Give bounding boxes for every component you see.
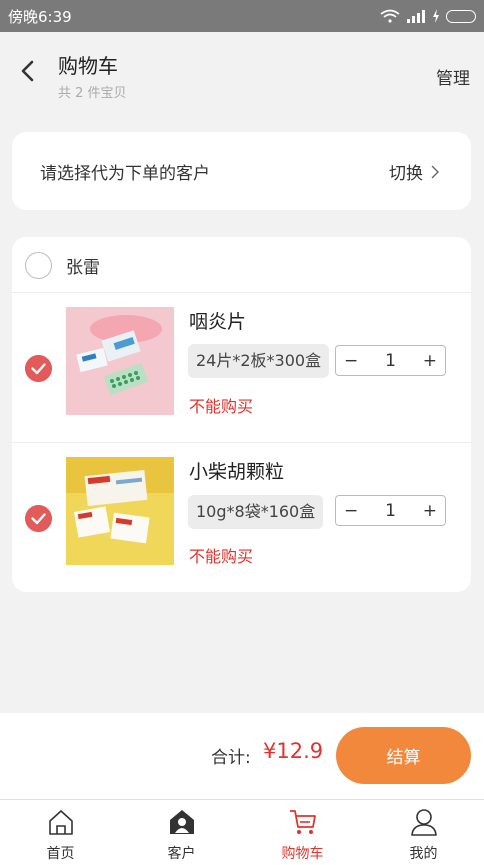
switch-label: 切换 — [389, 164, 423, 184]
tab-cart[interactable]: 购物车 — [242, 800, 363, 865]
switch-customer-button[interactable]: 切换 — [389, 159, 439, 184]
tab-home[interactable]: 首页 — [0, 800, 121, 865]
minus-icon[interactable]: − — [344, 501, 358, 521]
manage-button[interactable]: 管理 — [436, 64, 470, 89]
tab-label: 首页 — [46, 846, 75, 862]
cart-card: 张雷 咽炎片 24片*2板*300盒 不能购买 小柴胡颗粒 10g*8袋*160… — [12, 237, 471, 592]
checkout-bar: 合计: ¥12.9 结算 — [0, 713, 484, 799]
purchase-warning: 不能购买 — [189, 397, 254, 416]
home-icon — [48, 810, 73, 835]
customer-name: 张雷 — [66, 258, 100, 278]
product-name[interactable]: 咽炎片 — [189, 307, 246, 334]
quantity-stepper[interactable]: − 1 + — [335, 495, 446, 526]
tab-bar: 首页 客户 购物车 我的 — [0, 799, 484, 865]
plus-icon[interactable]: + — [423, 501, 437, 521]
tab-mine[interactable]: 我的 — [363, 800, 484, 865]
quantity-value[interactable]: 1 — [385, 351, 396, 371]
checkout-button[interactable]: 结算 — [336, 727, 471, 784]
cart-icon — [289, 810, 316, 834]
battery-icon — [446, 9, 476, 23]
purchase-warning: 不能购买 — [189, 547, 254, 566]
total-value: ¥12.9 — [263, 739, 324, 763]
back-icon[interactable] — [18, 60, 38, 82]
customer-prompt: 请选择代为下单的客户 — [40, 164, 210, 184]
product-image[interactable] — [66, 457, 174, 565]
charging-icon — [433, 9, 439, 23]
quantity-value[interactable]: 1 — [385, 501, 396, 521]
checked-icon[interactable] — [25, 355, 52, 382]
chevron-right-icon — [431, 165, 439, 178]
wifi-icon — [380, 9, 400, 23]
page-title: 购物车 — [58, 54, 118, 78]
customer-icon — [169, 810, 194, 834]
tab-customer[interactable]: 客户 — [121, 800, 242, 865]
product-image[interactable] — [66, 307, 174, 415]
status-bar: 傍晚6:39 — [0, 0, 484, 32]
minus-icon[interactable]: − — [344, 351, 358, 371]
product-spec[interactable]: 24片*2板*300盒 — [188, 344, 330, 378]
signal-icon — [407, 10, 425, 23]
plus-icon[interactable]: + — [423, 351, 437, 371]
customer-select-card[interactable]: 请选择代为下单的客户 切换 — [12, 132, 471, 210]
checked-icon[interactable] — [25, 505, 52, 532]
product-spec[interactable]: 10g*8袋*160盒 — [188, 495, 324, 529]
tab-label: 购物车 — [281, 846, 324, 862]
tab-label: 我的 — [409, 846, 438, 862]
product-name[interactable]: 小柴胡颗粒 — [189, 457, 284, 484]
item-count: 共 2 件宝贝 — [58, 86, 127, 101]
status-time: 傍晚6:39 — [8, 7, 72, 26]
quantity-stepper[interactable]: − 1 + — [335, 345, 446, 376]
total-label: 合计: — [211, 748, 251, 768]
customer-radio[interactable] — [25, 252, 52, 279]
user-icon — [410, 809, 437, 836]
tab-label: 客户 — [167, 846, 196, 862]
status-icons — [380, 9, 476, 23]
header: 购物车 共 2 件宝贝 管理 — [0, 32, 484, 110]
cart-customer-row: 张雷 — [12, 237, 471, 293]
